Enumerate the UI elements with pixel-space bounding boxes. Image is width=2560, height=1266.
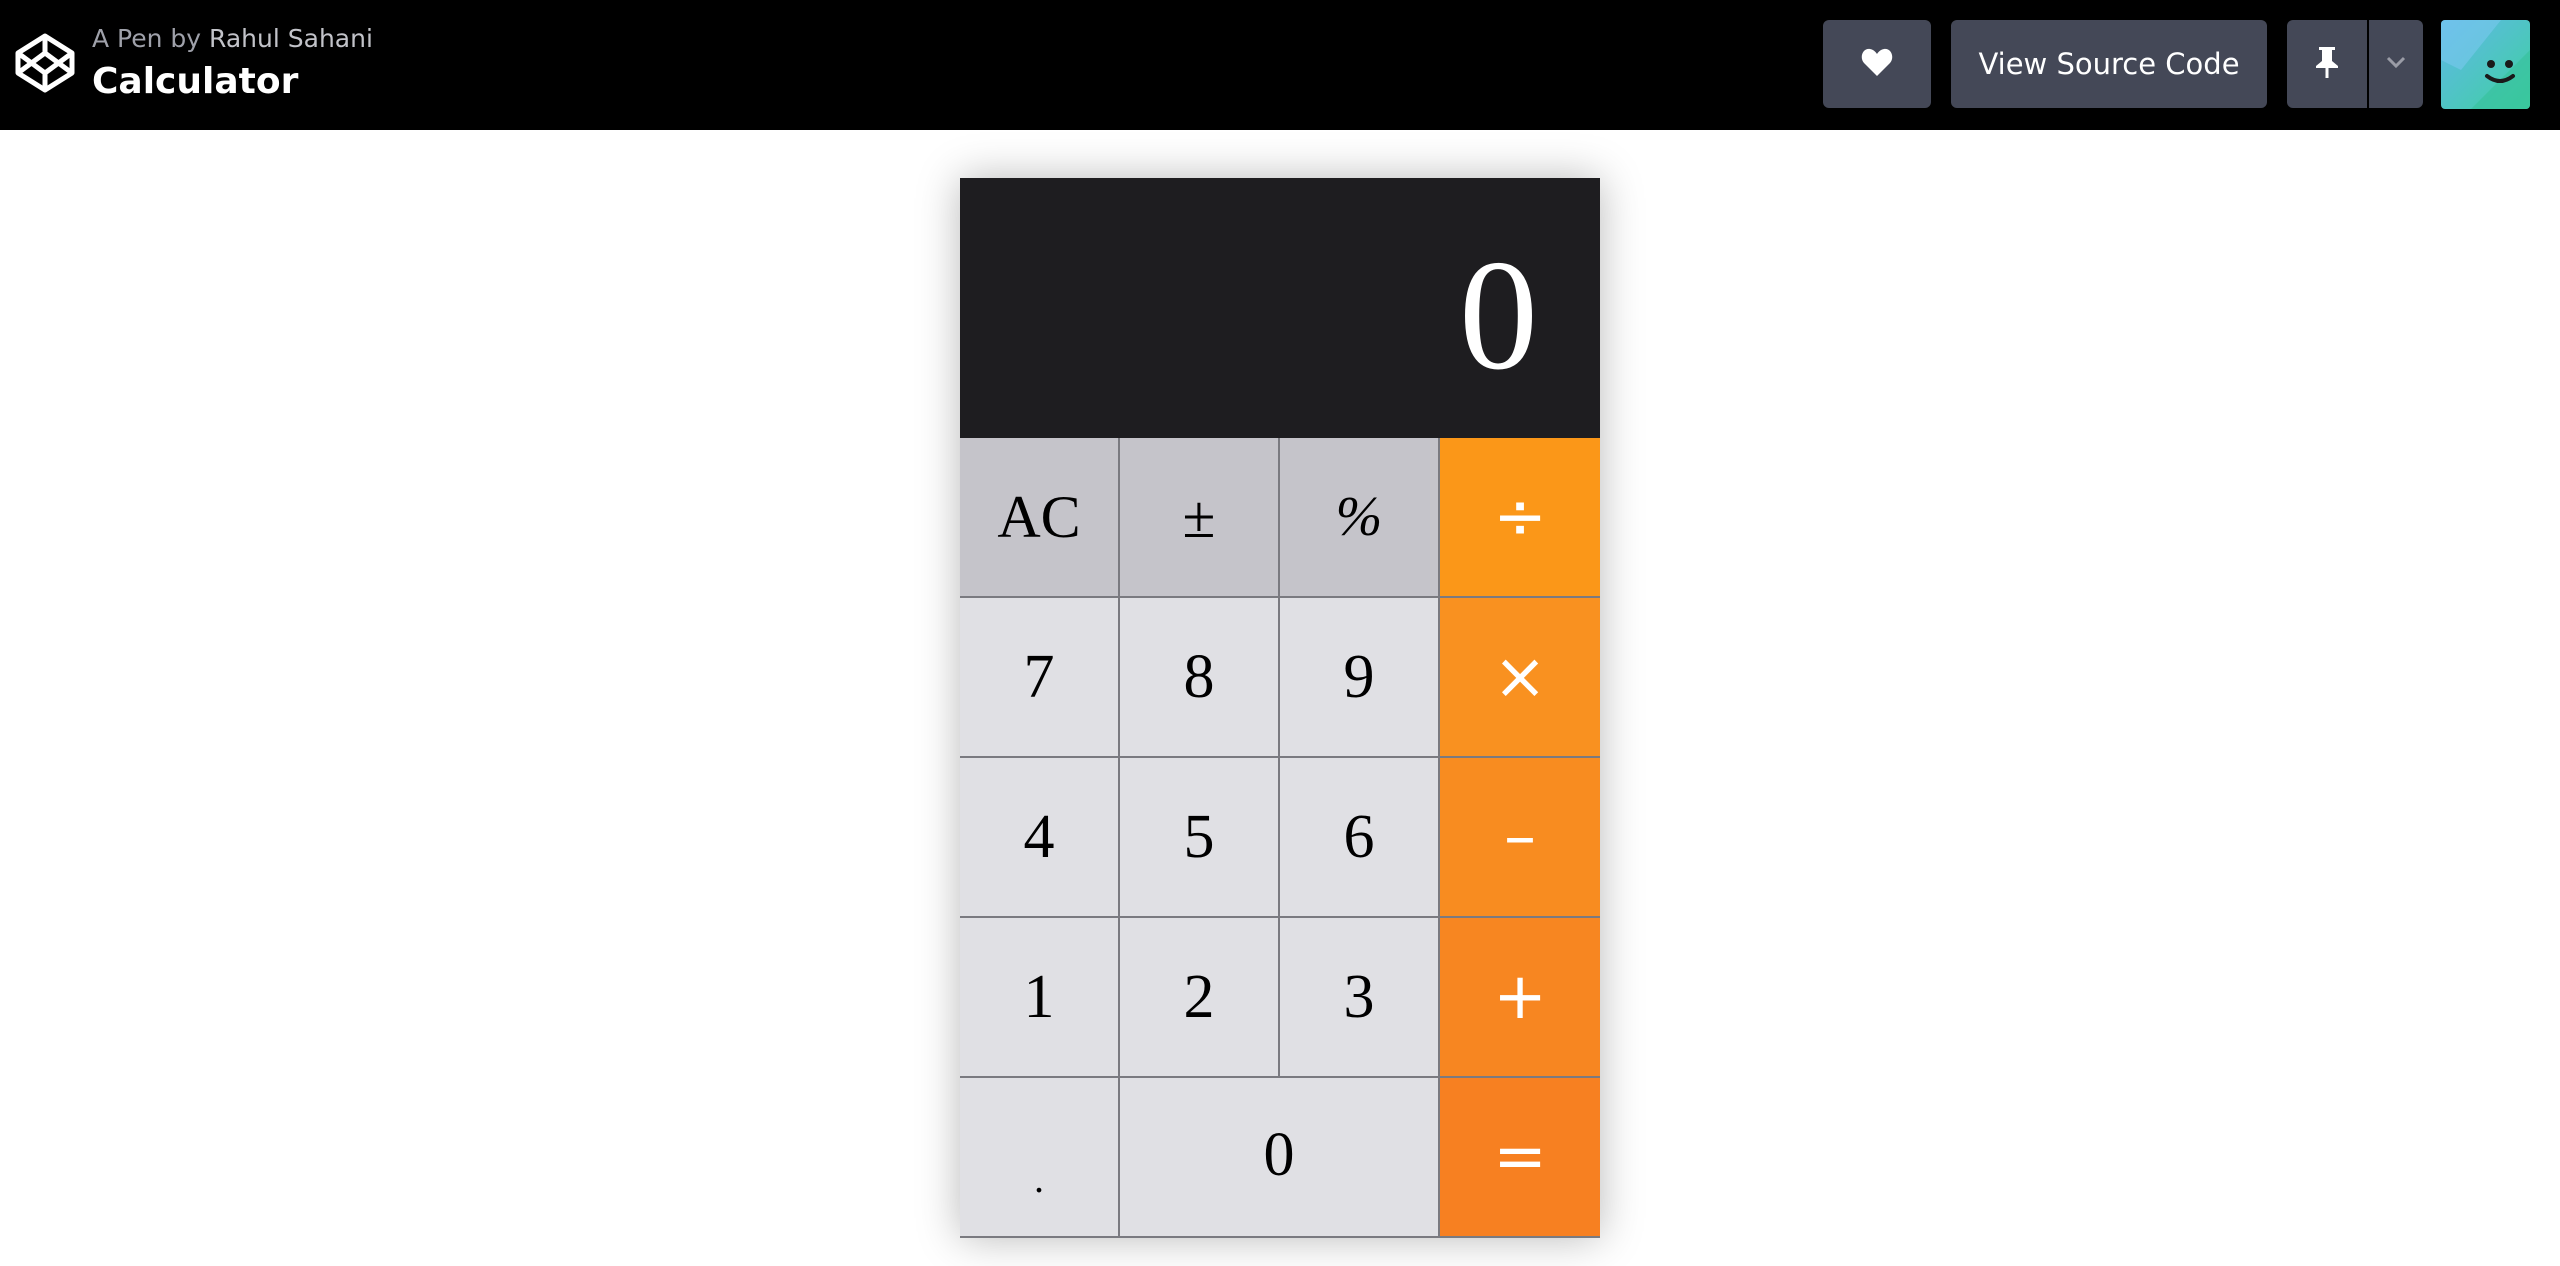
heart-icon: [1861, 47, 1893, 82]
digit-3-button[interactable]: 3: [1280, 918, 1440, 1078]
pen-byline-prefix: A Pen by: [92, 24, 202, 53]
user-avatar[interactable]: [2441, 20, 2530, 109]
digit-1-button[interactable]: 1: [960, 918, 1120, 1078]
author-link[interactable]: Rahul Sahani: [209, 24, 373, 53]
digit-9-button[interactable]: 9: [1280, 598, 1440, 758]
digit-5-button[interactable]: 5: [1120, 758, 1280, 918]
subtract-button[interactable]: –: [1440, 758, 1600, 918]
page-title: Calculator: [92, 61, 299, 102]
like-button[interactable]: [1823, 20, 1931, 108]
digit-8-button[interactable]: 8: [1120, 598, 1280, 758]
decimal-button[interactable]: .: [960, 1078, 1120, 1238]
sign-toggle-button[interactable]: ±: [1120, 438, 1280, 598]
digit-0-button[interactable]: 0: [1120, 1078, 1440, 1238]
digit-2-button[interactable]: 2: [1120, 918, 1280, 1078]
chevron-down-icon: [2386, 55, 2406, 73]
pin-icon: [2314, 45, 2340, 84]
calculator-display: 0: [960, 178, 1600, 438]
pin-button[interactable]: [2287, 20, 2367, 108]
codepen-logo-icon[interactable]: [14, 32, 76, 94]
clear-button[interactable]: AC: [960, 438, 1120, 598]
calculator: 0 AC ± % ÷ 7 8 9 × 4 5 6 – 1 2 3 + . 0 =: [960, 178, 1600, 1238]
view-source-button[interactable]: View Source Code: [1951, 20, 2267, 108]
digit-6-button[interactable]: 6: [1280, 758, 1440, 918]
digit-4-button[interactable]: 4: [960, 758, 1120, 918]
pin-menu-button[interactable]: [2369, 20, 2423, 108]
multiply-button[interactable]: ×: [1440, 598, 1600, 758]
divide-button[interactable]: ÷: [1440, 438, 1600, 598]
pen-byline: A Pen by Rahul Sahani: [92, 24, 373, 54]
add-button[interactable]: +: [1440, 918, 1600, 1078]
percent-button[interactable]: %: [1280, 438, 1440, 598]
equals-button[interactable]: =: [1440, 1078, 1600, 1238]
top-bar: A Pen by Rahul Sahani Calculator View So…: [0, 0, 2560, 130]
digit-7-button[interactable]: 7: [960, 598, 1120, 758]
